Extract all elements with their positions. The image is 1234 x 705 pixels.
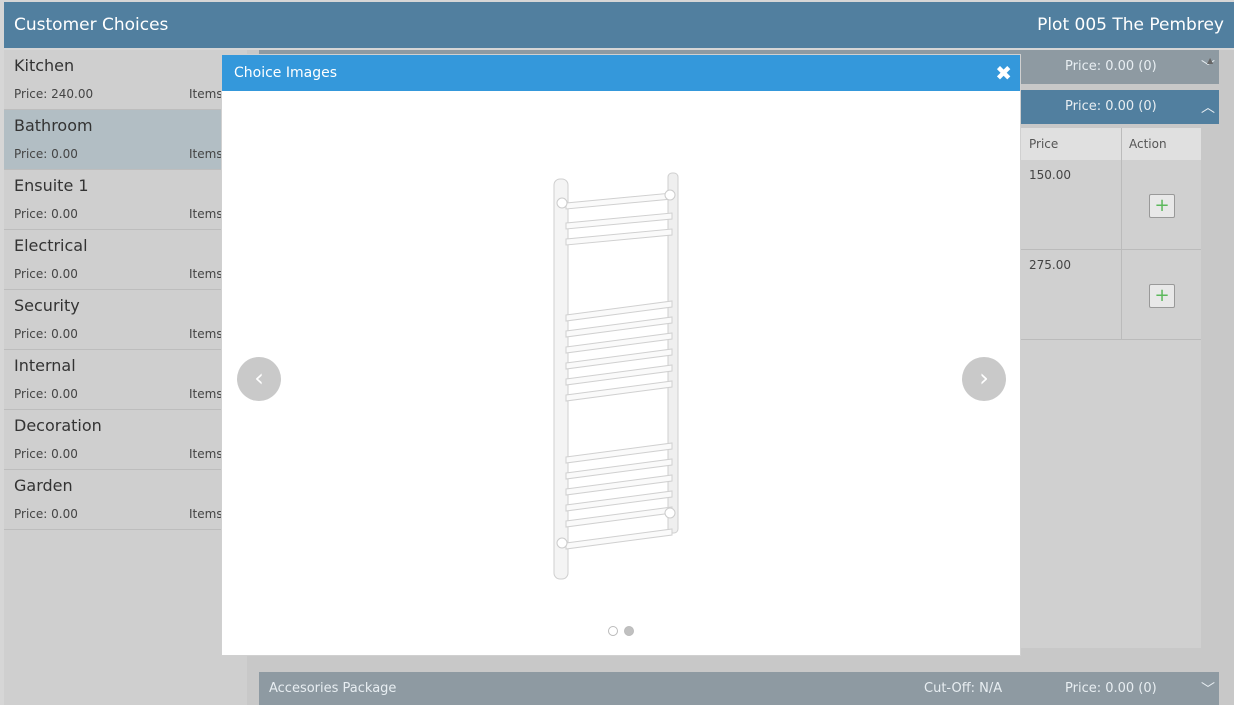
sidebar-item-label: Decoration: [14, 416, 102, 435]
accordion-cutoff: Cut-Off: N/A: [924, 681, 1003, 696]
sidebar-item-bathroom[interactable]: Bathroom Price: 0.00 Items: [4, 110, 247, 170]
accordion-price: Price: 0.00 (0): [1065, 59, 1157, 74]
sidebar-item-price: Price: 0.00: [14, 327, 78, 341]
divider: [1121, 250, 1122, 340]
sidebar-item-price: Price: 0.00: [14, 267, 78, 281]
plot-name: Plot 005 The Pembrey: [1037, 15, 1224, 35]
vertical-scrollbar[interactable]: ▲ ▼: [1203, 50, 1217, 705]
carousel-next-button[interactable]: ›: [962, 357, 1006, 401]
sidebar-item-label: Internal: [14, 356, 76, 375]
carousel-prev-button[interactable]: ‹: [237, 357, 281, 401]
table-row: 150.00 +: [1019, 160, 1201, 250]
close-icon[interactable]: ✖: [995, 61, 1012, 85]
col-action-header: Action: [1129, 137, 1167, 151]
accordion-price: Price: 0.00 (0): [1065, 681, 1157, 696]
col-price-header: Price: [1029, 137, 1059, 151]
accordion-price: Price: 0.00 (0): [1065, 99, 1157, 114]
sidebar-item-price: Price: 0.00: [14, 447, 78, 461]
carousel-dot-active[interactable]: [624, 626, 634, 636]
sidebar-item-label: Kitchen: [14, 56, 75, 75]
sidebar-item-price: Price: 0.00: [14, 147, 78, 161]
carousel-indicators: [608, 626, 634, 636]
sidebar-item-price: Price: 240.00: [14, 87, 94, 101]
modal-header: Choice Images ✖: [222, 55, 1020, 91]
sidebar-item-count: Items: [189, 327, 223, 341]
divider: [1121, 160, 1122, 250]
carousel-dot[interactable]: [608, 626, 618, 636]
choices-table: Price Action 150.00 + 275.00 +: [1019, 128, 1201, 648]
app-header: Customer Choices Plot 005 The Pembrey: [4, 2, 1234, 48]
sidebar-item-label: Garden: [14, 476, 73, 495]
scroll-up-icon[interactable]: ▲: [1207, 56, 1213, 65]
sidebar-item-price: Price: 0.00: [14, 207, 78, 221]
accordion-label: Accesories Package: [269, 681, 397, 696]
sidebar-item-count: Items: [189, 387, 223, 401]
sidebar-item-count: Items: [189, 207, 223, 221]
divider: [1121, 128, 1122, 160]
table-header: Price Action: [1019, 128, 1201, 160]
sidebar-item-kitchen[interactable]: Kitchen Price: 240.00 Items: [4, 50, 247, 110]
sidebar-item-count: Items: [189, 447, 223, 461]
sidebar-item-count: Items: [189, 147, 223, 161]
sidebar-item-ensuite-1[interactable]: Ensuite 1 Price: 0.00 Items: [4, 170, 247, 230]
chevron-down-icon[interactable]: ﹀: [1201, 679, 1215, 699]
row-price: 275.00: [1029, 258, 1071, 272]
sidebar-item-label: Ensuite 1: [14, 176, 89, 195]
sidebar-item-label: Bathroom: [14, 116, 93, 135]
sidebar-item-security[interactable]: Security Price: 0.00 Items: [4, 290, 247, 350]
sidebar-item-internal[interactable]: Internal Price: 0.00 Items: [4, 350, 247, 410]
sidebar-item-count: Items: [189, 267, 223, 281]
sidebar-item-decoration[interactable]: Decoration Price: 0.00 Items: [4, 410, 247, 470]
sidebar-item-count: Items: [189, 87, 223, 101]
sidebar-item-price: Price: 0.00: [14, 387, 78, 401]
sidebar-item-count: Items: [189, 507, 223, 521]
heated-towel-rail-image: [553, 172, 679, 580]
sidebar-item-label: Security: [14, 296, 80, 315]
choice-images-modal: Choice Images ✖ ‹ ›: [221, 54, 1021, 656]
accordion-bar-accessories[interactable]: Accesories Package Cut-Off: N/A Price: 0…: [259, 672, 1219, 705]
add-choice-button[interactable]: +: [1149, 194, 1175, 218]
row-price: 150.00: [1029, 168, 1071, 182]
sidebar: Kitchen Price: 240.00 Items Bathroom Pri…: [4, 50, 247, 705]
sidebar-item-garden[interactable]: Garden Price: 0.00 Items: [4, 470, 247, 530]
add-choice-button[interactable]: +: [1149, 284, 1175, 308]
app-title: Customer Choices: [14, 15, 169, 35]
sidebar-item-price: Price: 0.00: [14, 507, 78, 521]
sidebar-item-electrical[interactable]: Electrical Price: 0.00 Items: [4, 230, 247, 290]
sidebar-item-label: Electrical: [14, 236, 88, 255]
table-row: 275.00 +: [1019, 250, 1201, 340]
modal-title: Choice Images: [234, 65, 338, 81]
